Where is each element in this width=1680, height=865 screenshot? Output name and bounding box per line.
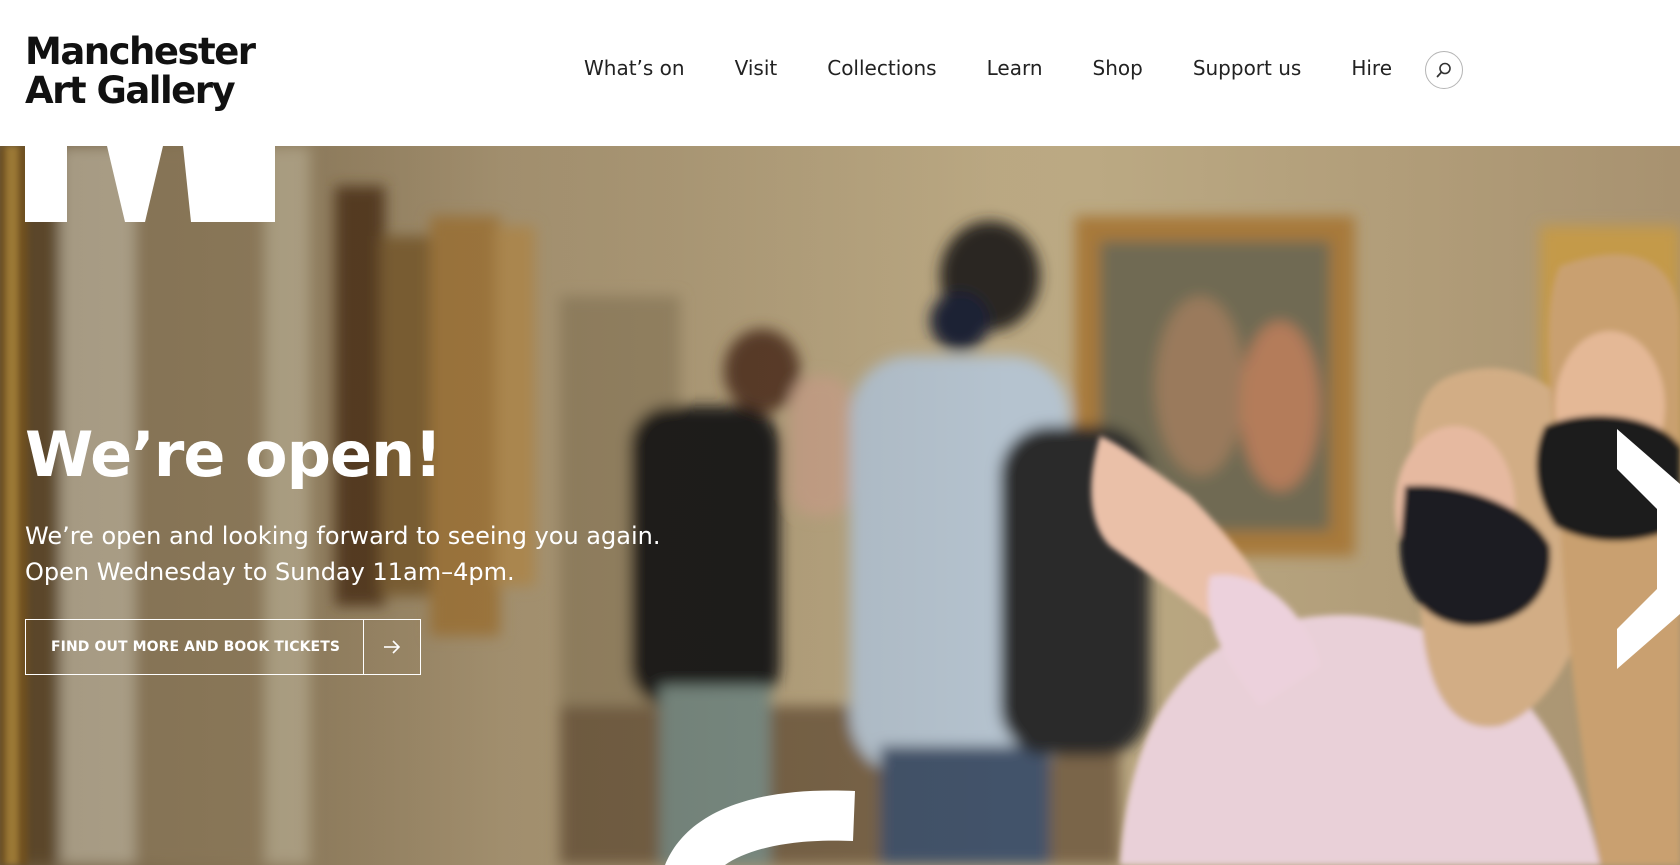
nav-item-shop[interactable]: Shop — [1093, 56, 1143, 80]
arrow-right-icon — [363, 620, 420, 674]
book-tickets-button[interactable]: FIND OUT MORE AND BOOK TICKETS — [25, 619, 421, 675]
site-logo[interactable]: Manchester Art Gallery — [25, 30, 256, 112]
nav-item-learn[interactable]: Learn — [987, 56, 1043, 80]
nav-item-hire[interactable]: Hire — [1351, 56, 1392, 80]
hero-text-line-2: Open Wednesday to Sunday 11am–4pm. — [25, 558, 515, 586]
decorative-letter-c — [665, 790, 855, 865]
main-nav: What’s on Visit Collections Learn Shop S… — [584, 52, 1442, 84]
book-tickets-label: FIND OUT MORE AND BOOK TICKETS — [51, 639, 341, 655]
hero-banner: We’re open! We’re open and looking forwa… — [0, 146, 1680, 865]
search-button[interactable] — [1425, 51, 1463, 89]
decorative-letter-m — [25, 146, 275, 222]
nav-item-support-us[interactable]: Support us — [1193, 56, 1302, 80]
hero-overlay — [0, 146, 1680, 865]
logo-line-1: Manchester — [25, 30, 256, 73]
logo-line-2: Art Gallery — [25, 69, 236, 112]
nav-item-visit[interactable]: Visit — [735, 56, 778, 80]
hero-text-line-1: We’re open and looking forward to seeing… — [25, 522, 661, 550]
decorative-letter-chevron — [1617, 429, 1680, 669]
nav-item-whats-on[interactable]: What’s on — [584, 56, 685, 80]
search-icon — [1436, 62, 1451, 78]
hero-description: We’re open and looking forward to seeing… — [25, 518, 660, 590]
site-header: Manchester Art Gallery What’s on Visit C… — [0, 0, 1680, 146]
nav-item-collections[interactable]: Collections — [827, 56, 936, 80]
hero-title: We’re open! — [25, 418, 442, 491]
